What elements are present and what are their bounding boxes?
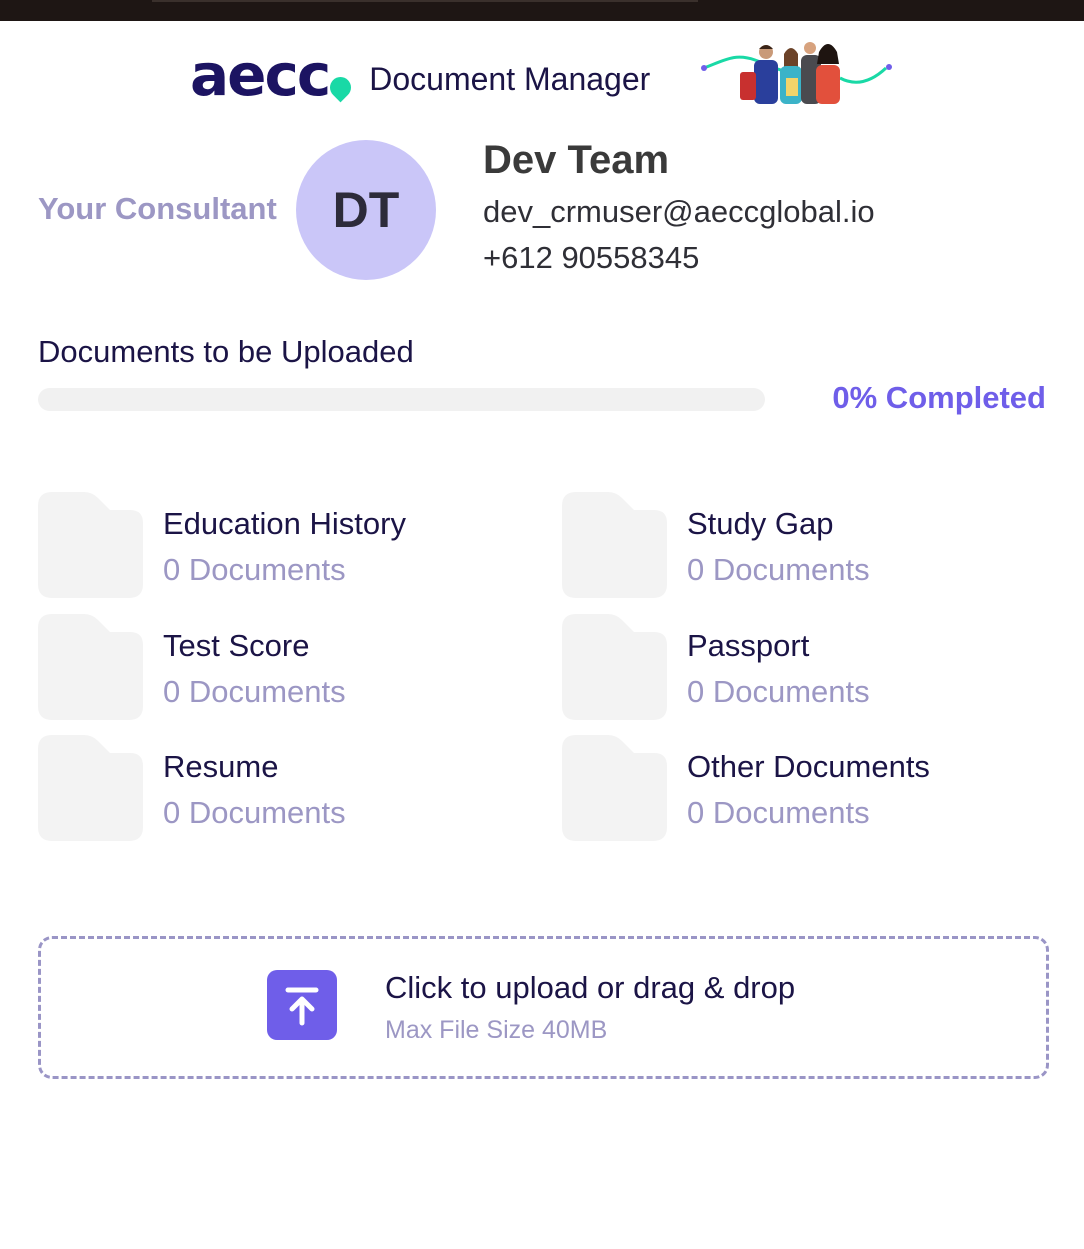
- upload-arrow-icon: [285, 987, 319, 1026]
- category-name: Test Score: [163, 628, 310, 663]
- category-other-documents[interactable]: Other Documents 0 Documents: [562, 735, 1042, 845]
- consultant-email[interactable]: dev_crmuser@aeccglobal.io: [483, 194, 875, 230]
- category-name: Other Documents: [687, 749, 930, 784]
- category-count: 0 Documents: [687, 674, 870, 709]
- upload-button[interactable]: [267, 970, 337, 1040]
- consultant-name: Dev Team: [483, 138, 670, 182]
- folder-icon: [562, 614, 667, 720]
- folder-icon: [38, 492, 143, 598]
- aecc-logo: aecc: [190, 46, 356, 104]
- category-resume[interactable]: Resume 0 Documents: [38, 735, 518, 845]
- category-name: Resume: [163, 749, 279, 784]
- category-education-history[interactable]: Education History 0 Documents: [38, 492, 518, 602]
- status-bar: [0, 0, 1084, 21]
- upload-title: Click to upload or drag & drop: [385, 970, 796, 1005]
- folder-icon: [562, 492, 667, 598]
- category-name: Education History: [163, 506, 406, 541]
- upload-dropzone[interactable]: Click to upload or drag & drop Max File …: [38, 936, 1049, 1079]
- category-count: 0 Documents: [163, 674, 346, 709]
- documents-heading: Documents to be Uploaded: [38, 334, 414, 369]
- consultant-label: Your Consultant: [38, 191, 277, 226]
- category-study-gap[interactable]: Study Gap 0 Documents: [562, 492, 1042, 602]
- progress-label: 0% Completed: [832, 380, 1046, 415]
- logo-dot-icon: [325, 72, 356, 103]
- students-illustration: [701, 42, 892, 104]
- category-count: 0 Documents: [687, 795, 870, 830]
- app-title: Document Manager: [369, 60, 651, 97]
- folder-icon: [38, 614, 143, 720]
- consultant-phone[interactable]: +612 90558345: [483, 240, 699, 276]
- category-name: Study Gap: [687, 506, 834, 541]
- consultant-avatar: DT: [296, 140, 436, 280]
- folder-icon: [562, 735, 667, 841]
- category-count: 0 Documents: [163, 795, 346, 830]
- upload-max-size: Max File Size 40MB: [385, 1016, 608, 1044]
- folder-icon: [38, 735, 143, 841]
- category-name: Passport: [687, 628, 810, 663]
- category-passport[interactable]: Passport 0 Documents: [562, 614, 1042, 724]
- upload-progress-bar: [38, 388, 765, 411]
- category-count: 0 Documents: [687, 552, 870, 587]
- category-test-score[interactable]: Test Score 0 Documents: [38, 614, 518, 724]
- category-count: 0 Documents: [163, 552, 346, 587]
- app-header: aecc Document Manager: [190, 44, 650, 114]
